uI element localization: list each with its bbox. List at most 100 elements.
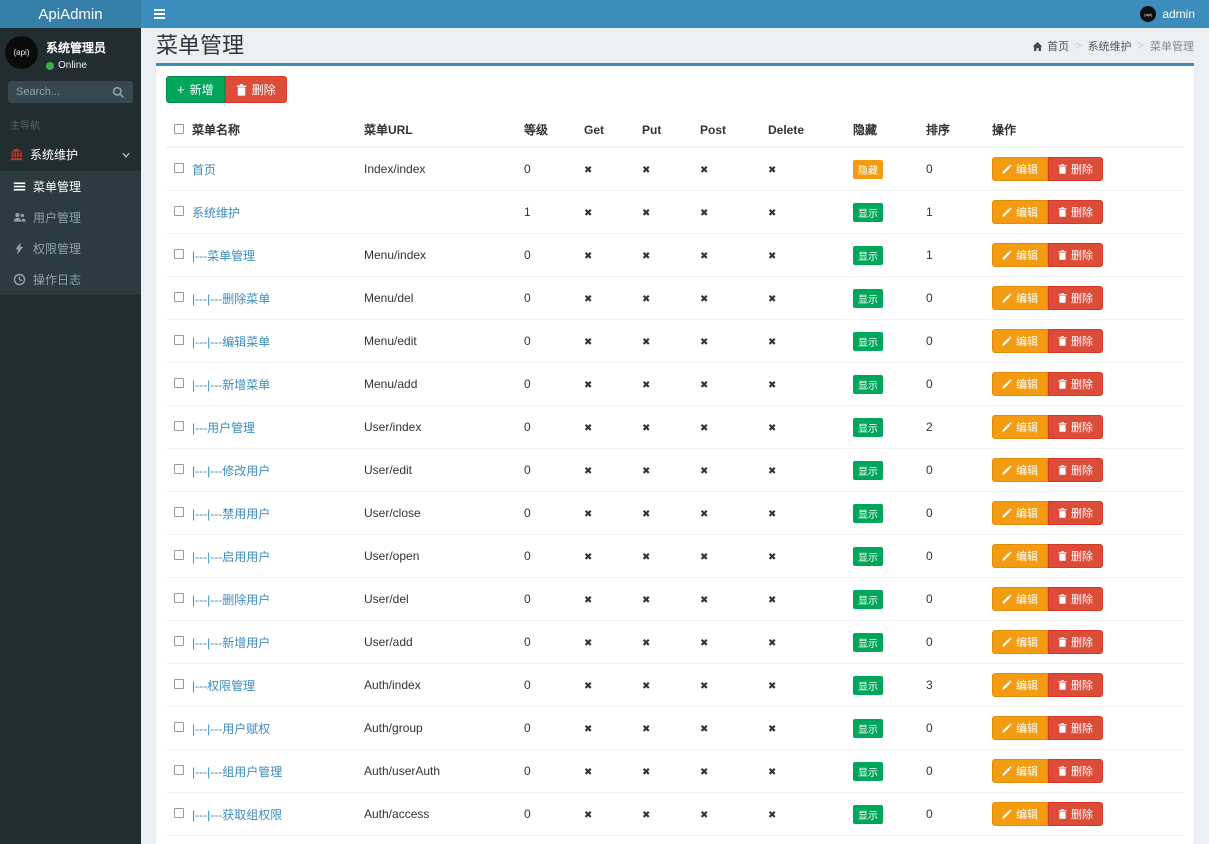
- menu-name-link[interactable]: |---|---禁用用户: [192, 507, 270, 521]
- row-edit-button[interactable]: 编辑: [992, 673, 1048, 697]
- row-edit-button[interactable]: 编辑: [992, 200, 1048, 224]
- cross-icon: ✖: [700, 423, 708, 434]
- menu-name-link[interactable]: 首页: [192, 163, 216, 177]
- menu-name-link[interactable]: |---|---启用用户: [192, 550, 270, 564]
- row-checkbox[interactable]: [174, 206, 184, 216]
- bulk-delete-button[interactable]: 删除: [225, 76, 287, 103]
- menu-url-cell: Auth/group: [364, 707, 524, 750]
- row-delete-button[interactable]: 删除: [1048, 544, 1103, 568]
- sidebar-item-operation-log[interactable]: 操作日志: [0, 264, 141, 295]
- row-edit-button[interactable]: 编辑: [992, 587, 1048, 611]
- menu-name-link[interactable]: |---|---组用户管理: [192, 765, 282, 779]
- row-checkbox[interactable]: [174, 722, 184, 732]
- top-navbar: ApiAdmin (api) admin: [0, 0, 1209, 28]
- row-delete-button[interactable]: 删除: [1048, 157, 1103, 181]
- menu-name-link[interactable]: |---|---用户赋权: [192, 722, 270, 736]
- visibility-badge: 显示: [853, 246, 883, 265]
- row-checkbox[interactable]: [174, 292, 184, 302]
- menu-name-link[interactable]: |---|---删除用户: [192, 593, 270, 607]
- menu-name-link[interactable]: |---|---删除菜单: [192, 292, 270, 306]
- pencil-icon: [1002, 379, 1012, 389]
- row-checkbox[interactable]: [174, 249, 184, 259]
- row-delete-button[interactable]: 删除: [1048, 329, 1103, 353]
- sort-cell: 0: [926, 363, 992, 406]
- row-delete-button[interactable]: 删除: [1048, 587, 1103, 611]
- select-all-checkbox[interactable]: [174, 124, 184, 134]
- row-delete-button[interactable]: 删除: [1048, 802, 1103, 826]
- cross-icon: ✖: [768, 165, 776, 176]
- row-delete-button[interactable]: 删除: [1048, 501, 1103, 525]
- row-edit-button[interactable]: 编辑: [992, 716, 1048, 740]
- menu-name-link[interactable]: |---|---新增用户: [192, 636, 270, 650]
- menu-name-link[interactable]: 系统维护: [192, 206, 240, 220]
- add-button[interactable]: + 新增: [166, 76, 225, 103]
- row-edit-button[interactable]: 编辑: [992, 458, 1048, 482]
- sidebar-item-system-maintenance[interactable]: 系统维护: [0, 138, 141, 171]
- row-checkbox[interactable]: [174, 507, 184, 517]
- app-logo[interactable]: ApiAdmin: [0, 0, 141, 28]
- visibility-badge: 显示: [853, 676, 883, 695]
- menu-name-link[interactable]: |---|---修改用户: [192, 464, 270, 478]
- row-delete-button[interactable]: 删除: [1048, 759, 1103, 783]
- row-edit-button[interactable]: 编辑: [992, 243, 1048, 267]
- row-checkbox[interactable]: [174, 765, 184, 775]
- row-checkbox[interactable]: [174, 593, 184, 603]
- search-input[interactable]: [8, 81, 104, 103]
- row-edit-button[interactable]: 编辑: [992, 630, 1048, 654]
- row-edit-button[interactable]: 编辑: [992, 415, 1048, 439]
- navbar-user-menu[interactable]: (api) admin: [1126, 0, 1209, 28]
- menu-name-link[interactable]: |---菜单管理: [192, 249, 255, 263]
- sidebar-item-label: 系统维护: [30, 146, 78, 163]
- breadcrumb-home-link[interactable]: 首页: [1032, 38, 1069, 54]
- sidebar-item-permission-management[interactable]: 权限管理: [0, 233, 141, 264]
- sidebar-item-user-management[interactable]: 用户管理: [0, 202, 141, 233]
- row-edit-button[interactable]: 编辑: [992, 372, 1048, 396]
- row-checkbox[interactable]: [174, 550, 184, 560]
- log-icon: [13, 273, 26, 286]
- sort-cell: 0: [926, 793, 992, 836]
- row-edit-button[interactable]: 编辑: [992, 544, 1048, 568]
- search-button[interactable]: [104, 81, 133, 103]
- row-checkbox[interactable]: [174, 378, 184, 388]
- trash-icon: [1058, 637, 1067, 647]
- bolt-icon: [13, 242, 26, 255]
- row-delete-button[interactable]: 删除: [1048, 243, 1103, 267]
- row-delete-button[interactable]: 删除: [1048, 458, 1103, 482]
- row-checkbox[interactable]: [174, 163, 184, 173]
- row-checkbox[interactable]: [174, 679, 184, 689]
- trash-icon: [1058, 551, 1067, 561]
- row-edit-button[interactable]: 编辑: [992, 329, 1048, 353]
- row-checkbox[interactable]: [174, 335, 184, 345]
- menu-name-link[interactable]: |---用户管理: [192, 421, 255, 435]
- row-edit-button[interactable]: 编辑: [992, 802, 1048, 826]
- row-edit-button[interactable]: 编辑: [992, 286, 1048, 310]
- row-checkbox[interactable]: [174, 421, 184, 431]
- menu-name-link[interactable]: |---|---编辑菜单: [192, 335, 270, 349]
- row-delete-button[interactable]: 删除: [1048, 630, 1103, 654]
- sidebar-item-menu-management[interactable]: 菜单管理: [0, 171, 141, 202]
- cross-icon: ✖: [768, 294, 776, 305]
- menu-name-link[interactable]: |---权限管理: [192, 679, 255, 693]
- table-row: |---|---删除菜单 Menu/del 0 ✖ ✖ ✖ ✖ 显示 0 编辑 …: [166, 277, 1184, 320]
- breadcrumb-section-link[interactable]: 系统维护: [1088, 38, 1132, 54]
- menu-name-link[interactable]: |---|---新增菜单: [192, 378, 270, 392]
- cross-icon: ✖: [700, 337, 708, 348]
- row-edit-button[interactable]: 编辑: [992, 157, 1048, 181]
- row-delete-button[interactable]: 删除: [1048, 286, 1103, 310]
- row-edit-button[interactable]: 编辑: [992, 501, 1048, 525]
- row-delete-button[interactable]: 删除: [1048, 673, 1103, 697]
- row-checkbox[interactable]: [174, 636, 184, 646]
- navbar: (api) admin: [141, 0, 1209, 28]
- row-edit-button[interactable]: 编辑: [992, 759, 1048, 783]
- cross-icon: ✖: [768, 724, 776, 735]
- row-checkbox[interactable]: [174, 808, 184, 818]
- menu-name-link[interactable]: |---|---获取组权限: [192, 808, 282, 822]
- row-delete-button[interactable]: 删除: [1048, 372, 1103, 396]
- row-delete-button[interactable]: 删除: [1048, 415, 1103, 439]
- row-delete-button[interactable]: 删除: [1048, 200, 1103, 224]
- row-checkbox[interactable]: [174, 464, 184, 474]
- row-delete-button[interactable]: 删除: [1048, 716, 1103, 740]
- sidebar-toggle-button[interactable]: [141, 0, 178, 28]
- pencil-icon: [1002, 637, 1012, 647]
- pencil-icon: [1002, 207, 1012, 217]
